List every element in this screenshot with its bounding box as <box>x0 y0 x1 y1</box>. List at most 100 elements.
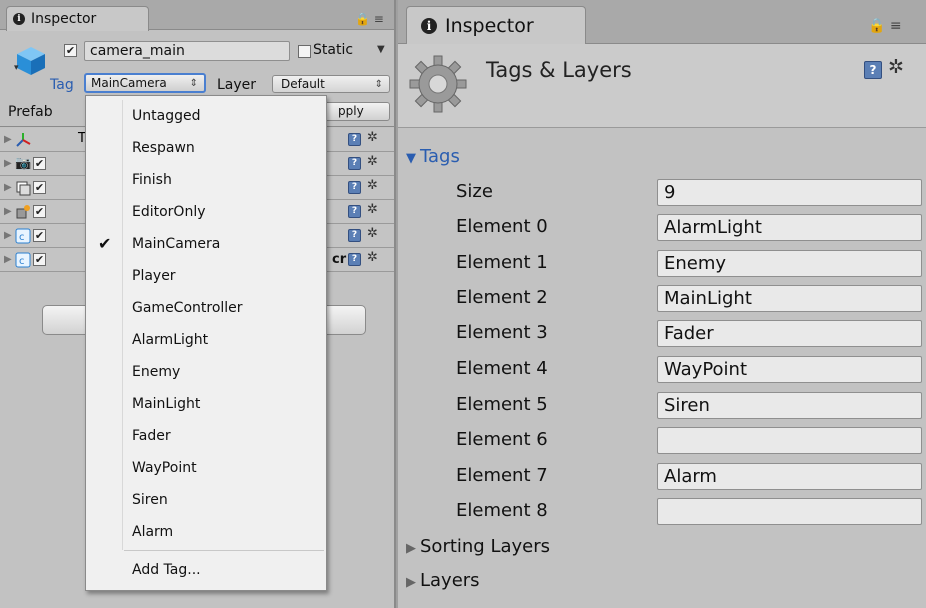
gui-layer-icon <box>16 181 31 196</box>
foldout-arrow-icon[interactable]: ▶ <box>4 230 12 241</box>
component-enabled-checkbox[interactable]: ✔ <box>33 205 46 218</box>
flare-layer-icon <box>16 205 30 219</box>
menu-item-maincamera[interactable]: ✔ MainCamera <box>86 228 326 260</box>
element-input[interactable]: WayPoint <box>657 356 922 383</box>
info-icon: i <box>13 13 25 25</box>
menu-item-alarm[interactable]: Alarm <box>86 516 326 548</box>
gear-icon[interactable]: ✲ <box>367 178 378 193</box>
right-tab-label: Inspector <box>445 14 534 37</box>
lock-menu-icon[interactable]: 🔒 ≡ <box>868 18 902 34</box>
right-inspector-tab[interactable]: i Inspector <box>406 6 586 44</box>
element-label: Element 8 <box>456 500 548 521</box>
menu-item-alarmlight[interactable]: AlarmLight <box>86 324 326 356</box>
element-label: Element 3 <box>456 322 548 343</box>
tag-dropdown-menu: Untagged Respawn Finish EditorOnly ✔ Mai… <box>85 95 327 591</box>
updown-arrow-icon: ⇕ <box>189 78 198 89</box>
static-label: Static <box>313 42 354 58</box>
menu-item-untagged[interactable]: Untagged <box>86 100 326 132</box>
right-tab-bar: i Inspector 🔒 ≡ <box>398 0 926 44</box>
left-tab-bar: i Inspector 🔒 ≡ <box>0 0 394 31</box>
editor-window: i Inspector 🔒 ≡ ▾ ✔ camera_main Static ▼… <box>0 0 926 608</box>
layer-dropdown[interactable]: Default ⇕ <box>272 75 390 93</box>
gear-icon[interactable]: ✲ <box>367 130 378 145</box>
help-icon[interactable]: ? <box>348 133 361 146</box>
gear-icon[interactable]: ✲ <box>367 202 378 217</box>
menu-item-gamecontroller[interactable]: GameController <box>86 292 326 324</box>
element-label: Element 6 <box>456 429 548 450</box>
inspector-title: Tags & Layers <box>486 58 632 82</box>
foldout-arrow-icon[interactable]: ▶ <box>4 206 12 217</box>
help-icon[interactable]: ? <box>348 181 361 194</box>
svg-text:c: c <box>19 256 25 267</box>
component-label: cr <box>332 252 347 267</box>
gear-icon[interactable]: ✲ <box>367 250 378 265</box>
help-icon[interactable]: ? <box>348 253 361 266</box>
layers-label: Layers <box>420 570 480 591</box>
element-label: Element 1 <box>456 252 548 273</box>
svg-text:c: c <box>19 232 25 243</box>
icon-dropdown-arrow[interactable]: ▾ <box>14 63 19 73</box>
transform-icon <box>16 133 31 147</box>
component-enabled-checkbox[interactable]: ✔ <box>33 157 46 170</box>
layer-dropdown-value: Default <box>281 77 325 91</box>
help-icon[interactable]: ? <box>348 229 361 242</box>
gear-icon[interactable]: ✲ <box>888 56 904 78</box>
tag-dropdown[interactable]: MainCamera ⇕ <box>84 73 206 93</box>
active-checkbox[interactable]: ✔ <box>64 44 77 57</box>
menu-item-finish[interactable]: Finish <box>86 164 326 196</box>
layers-foldout[interactable]: ▶ Layers <box>406 570 480 591</box>
menu-item-fader[interactable]: Fader <box>86 420 326 452</box>
element-label: Element 4 <box>456 358 548 379</box>
static-checkbox[interactable] <box>298 45 311 58</box>
static-dropdown-arrow[interactable]: ▼ <box>377 44 385 55</box>
component-enabled-checkbox[interactable]: ✔ <box>33 229 46 242</box>
menu-item-respawn[interactable]: Respawn <box>86 132 326 164</box>
prefab-apply-button[interactable]: pply <box>318 102 390 121</box>
element-label: Element 5 <box>456 394 548 415</box>
script-icon: c <box>15 228 31 244</box>
foldout-arrow-icon[interactable]: ▶ <box>4 134 12 145</box>
element-input[interactable]: Fader <box>657 320 922 347</box>
tags-label: Tags <box>420 146 460 167</box>
menu-separator <box>124 550 324 551</box>
help-icon[interactable]: ? <box>348 205 361 218</box>
element-input[interactable]: Siren <box>657 392 922 419</box>
menu-item-enemy[interactable]: Enemy <box>86 356 326 388</box>
foldout-arrow-icon[interactable]: ▶ <box>4 182 12 193</box>
right-inspector-panel: i Inspector 🔒 ≡ Tags & Layers ? ✲ ▼ Tags… <box>398 0 926 608</box>
updown-arrow-icon: ⇕ <box>374 79 383 90</box>
element-input[interactable] <box>657 427 922 454</box>
menu-item-mainlight[interactable]: MainLight <box>86 388 326 420</box>
menu-item-editoronly[interactable]: EditorOnly <box>86 196 326 228</box>
element-input[interactable]: MainLight <box>657 285 922 312</box>
tags-foldout[interactable]: ▼ Tags <box>406 146 460 167</box>
lock-menu-icon[interactable]: 🔒 ≡ <box>355 12 384 26</box>
script-icon: c <box>15 252 31 268</box>
menu-item-add-tag[interactable]: Add Tag... <box>86 554 326 586</box>
gameobject-name-input[interactable]: camera_main <box>84 41 290 61</box>
camera-icon: 📷 <box>15 156 32 171</box>
help-icon[interactable]: ? <box>348 157 361 170</box>
help-icon[interactable]: ? <box>864 61 882 79</box>
menu-item-waypoint[interactable]: WayPoint <box>86 452 326 484</box>
foldout-arrow-icon[interactable]: ▶ <box>4 254 12 265</box>
element-input[interactable]: Alarm <box>657 463 922 490</box>
menu-item-siren[interactable]: Siren <box>86 484 326 516</box>
component-enabled-checkbox[interactable]: ✔ <box>33 253 46 266</box>
element-input[interactable]: AlarmLight <box>657 214 922 241</box>
foldout-arrow-icon[interactable]: ▶ <box>4 158 12 169</box>
left-tab-label: Inspector <box>31 11 97 27</box>
left-inspector-tab[interactable]: i Inspector <box>6 6 149 31</box>
info-icon: i <box>421 17 437 34</box>
gear-icon[interactable]: ✲ <box>367 154 378 169</box>
size-input[interactable]: 9 <box>657 179 922 206</box>
sorting-layers-foldout[interactable]: ▶ Sorting Layers <box>406 536 550 557</box>
element-input[interactable]: Enemy <box>657 250 922 277</box>
collapsed-arrow-icon: ▶ <box>406 575 416 590</box>
gameobject-cube-icon <box>17 47 45 75</box>
component-enabled-checkbox[interactable]: ✔ <box>33 181 46 194</box>
element-label: Element 7 <box>456 465 548 486</box>
element-input[interactable] <box>657 498 922 525</box>
gear-icon[interactable]: ✲ <box>367 226 378 241</box>
menu-item-player[interactable]: Player <box>86 260 326 292</box>
